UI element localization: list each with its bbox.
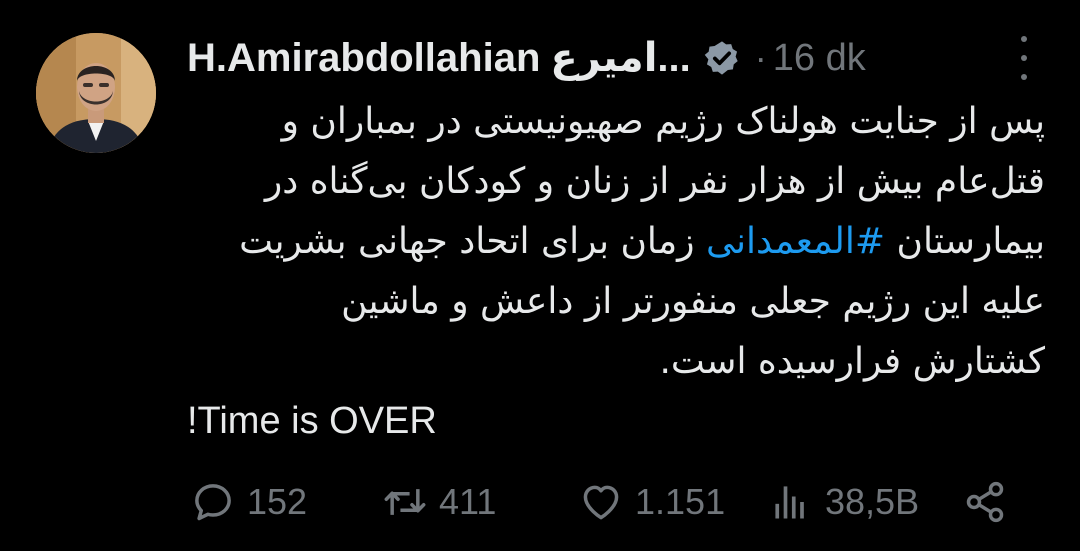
reply-count: 152 xyxy=(247,481,308,522)
reply-icon xyxy=(195,484,231,521)
heart-icon xyxy=(583,485,619,520)
author-name-suffix[interactable]: امیرع... xyxy=(550,35,690,81)
tweet-text: پس از جنایت هولناک رژیم صهیونیستی در بمب… xyxy=(187,92,1045,392)
tweet-text-line: پس از جنایت هولناک رژیم صهیونیستی در بمب… xyxy=(281,101,1045,142)
reply-button[interactable]: 152 xyxy=(191,474,307,530)
retweet-button[interactable]: 411 xyxy=(383,474,496,530)
share-button[interactable] xyxy=(963,474,1007,530)
hashtag-link[interactable]: #المعمدانی xyxy=(706,221,885,262)
tweet-time[interactable]: 16 dk xyxy=(773,37,866,80)
avatar-image xyxy=(36,33,156,153)
more-vertical-icon[interactable] xyxy=(1016,36,1032,80)
tweet-text-line: بیمارستان #المعمدانی زمان برای اتحاد جها… xyxy=(187,212,1045,272)
views-button[interactable]: 38,5B xyxy=(769,474,919,530)
views-count: 38,5B xyxy=(825,481,920,522)
author-name[interactable]: H.Amirabdollahian xyxy=(187,36,540,81)
verified-badge-icon[interactable] xyxy=(703,39,741,77)
like-count: 1.151 xyxy=(635,481,726,522)
tweet-text-line: علیه این رژیم جعلی منفورتر از داعش و ماش… xyxy=(341,281,1045,322)
avatar[interactable] xyxy=(36,33,156,153)
views-chart-icon xyxy=(775,486,804,519)
tweet-text-segment: بیمارستان xyxy=(896,221,1045,262)
tweet-english-line: !Time is OVER xyxy=(187,400,437,442)
tweet[interactable]: H.Amirabdollahian امیرع... · 16 dk پس از… xyxy=(0,0,1080,551)
tweet-text-segment: زمان برای اتحاد جهانی بشریت xyxy=(239,221,695,262)
retweet-count: 411 xyxy=(439,481,497,522)
tweet-actions: 152 411 1.151 38,5B xyxy=(187,474,1017,530)
share-icon xyxy=(966,481,1004,523)
retweet-icon xyxy=(384,489,426,515)
tweet-text-line: کشتارش فرارسیده است. xyxy=(659,341,1045,382)
tweet-text-line: قتل‌عام بیش از هزار نفر از زنان و کودکان… xyxy=(264,161,1045,202)
like-button[interactable]: 1.151 xyxy=(579,474,725,530)
header-separator: · xyxy=(754,37,767,78)
tweet-header: H.Amirabdollahian امیرع... · 16 dk xyxy=(187,30,1047,86)
